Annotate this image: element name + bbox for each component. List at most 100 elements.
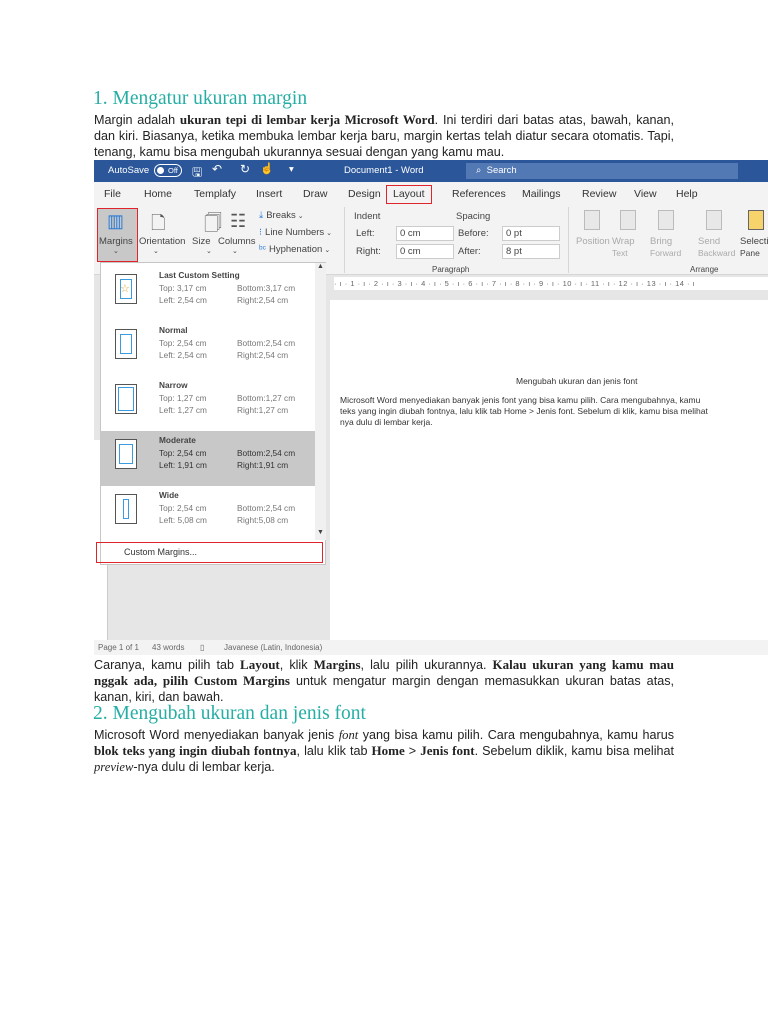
page-count[interactable]: Page 1 of 1 — [98, 640, 139, 655]
page-text-line: Microsoft Word menyediakan banyak jenis … — [340, 395, 701, 405]
label: Line Numbers — [265, 227, 325, 238]
bold-text: blok teks yang ingin diubah fontnya — [94, 743, 297, 758]
paragraph-margin-intro: Margin adalah ukuran tepi di lembar kerj… — [94, 112, 674, 160]
title-bar: AutoSave Off 🖫 ↶ ↻ ☝ ▾ Document1 - Word … — [94, 160, 768, 182]
margin-left: Left: 2,54 cm — [159, 295, 207, 305]
custom-margins-button[interactable]: Custom Margins... — [96, 542, 323, 563]
customize-toolbar-icon[interactable]: ▾ — [289, 164, 294, 175]
margins-icon: ▥ — [107, 211, 125, 231]
margin-option-wide[interactable]: Wide Top: 2,54 cm Bottom:2,54 cm Left: 5,08… — [101, 486, 315, 541]
touch-mode-icon[interactable]: ☝ — [260, 162, 274, 175]
search-placeholder: Search — [486, 165, 517, 176]
tab-design[interactable]: Design — [348, 188, 381, 200]
margins-label[interactable]: Margins — [99, 236, 133, 247]
line-numbers-icon: ⁝ — [259, 227, 263, 238]
margins-dropdown: ▲ ▼ ☆ Last Custom Setting Top: 3,17 cm Botto… — [96, 262, 326, 565]
autosave-toggle[interactable]: Off — [154, 164, 182, 177]
margin-option-narrow[interactable]: Narrow Top: 1,27 cm Bottom:1,27 cm Left: 1,… — [101, 376, 315, 431]
chevron-down-icon: ⌄ — [297, 213, 304, 220]
text-run: yang bisa kamu pilih. Cara mengubahnya, … — [358, 728, 675, 742]
horizontal-ruler[interactable]: · ı · 1 · ı · 2 · ı · 3 · ı · 4 · ı · 5 … — [334, 277, 768, 290]
tab-templafy[interactable]: Templafy — [194, 188, 236, 200]
chevron-down-icon: ⌄ — [153, 248, 159, 255]
margin-left: Left: 5,08 cm — [159, 515, 207, 525]
scroll-up-icon[interactable]: ▲ — [317, 263, 324, 270]
margin-bottom: Bottom:2,54 cm — [237, 448, 296, 458]
read-mode-icon[interactable]: ▯ — [200, 640, 204, 655]
spacing-label: Spacing — [456, 211, 491, 222]
tab-home[interactable]: Home — [144, 188, 172, 200]
orientation-label[interactable]: Orientation — [139, 236, 185, 247]
margin-guides — [118, 387, 134, 411]
save-icon[interactable]: 🖫 — [192, 163, 202, 184]
columns-icon: ☷ — [230, 211, 247, 231]
margin-left: Left: 1,27 cm — [159, 405, 207, 415]
chevron-down-icon: ⌄ — [326, 230, 333, 237]
document-page[interactable]: Mengubah ukuran dan jenis font Microsoft… — [330, 300, 768, 640]
text-run: , lalu pilih ukurannya. — [360, 658, 493, 672]
breaks-button[interactable]: ⤓ Breaks ⌄ — [259, 210, 304, 221]
bold-text: Jenis font — [420, 743, 475, 758]
page-margin-icon — [115, 439, 137, 469]
arrange-position-label[interactable]: Position — [576, 236, 610, 247]
tab-layout[interactable]: Layout — [386, 185, 432, 204]
margin-guides — [120, 334, 132, 354]
heading-margin: 1. Mengatur ukuran margin — [93, 88, 308, 109]
margin-top: Top: 1,27 cm — [159, 393, 207, 403]
margin-top: Top: 2,54 cm — [159, 448, 207, 458]
margin-option-normal[interactable]: Normal Top: 2,54 cm Bottom:2,54 cm Left: 2,… — [101, 321, 315, 376]
send-icon — [706, 210, 722, 230]
arrange-selecti-sublabel: Pane — [740, 248, 760, 258]
divider — [568, 207, 569, 273]
arrange-selecti-label[interactable]: Selecti — [740, 236, 768, 247]
tab-references[interactable]: References — [452, 188, 506, 200]
margin-option-last-custom-setting[interactable]: ☆ Last Custom Setting Top: 3,17 cm Bottom:3… — [101, 266, 315, 321]
tab-help[interactable]: Help — [676, 188, 698, 200]
margin-left: Left: 2,54 cm — [159, 350, 207, 360]
spacing-after-input[interactable]: 8 pt — [502, 244, 560, 259]
search-box[interactable]: ⌕ Search — [466, 163, 738, 179]
bold-text: Margins — [313, 657, 361, 672]
columns-label[interactable]: Columns — [218, 236, 256, 247]
line-numbers-button[interactable]: ⁝ Line Numbers ⌄ — [259, 227, 332, 238]
label: Hyphenation — [268, 244, 323, 255]
tab-draw[interactable]: Draw — [303, 188, 328, 200]
wrap-icon — [620, 210, 636, 230]
arrange-send-label[interactable]: Send — [698, 236, 720, 247]
star-icon: ☆ — [120, 283, 130, 295]
margin-right: Right:1,27 cm — [237, 405, 289, 415]
tab-view[interactable]: View — [634, 188, 657, 200]
arrange-bring-label[interactable]: Bring — [650, 236, 672, 247]
hyphenation-icon: ᵇᶜ — [259, 244, 266, 255]
indent-right-input[interactable]: 0 cm — [396, 244, 454, 259]
margin-name: Narrow — [159, 380, 188, 390]
tab-mailings[interactable]: Mailings — [522, 188, 561, 200]
margin-top: Top: 2,54 cm — [159, 503, 207, 513]
redo-icon[interactable]: ↻ — [240, 162, 250, 176]
bold-text: Home — [371, 743, 405, 758]
hyphenation-button[interactable]: ᵇᶜ Hyphenation ⌄ — [259, 244, 330, 255]
tab-file[interactable]: File — [104, 188, 121, 200]
indent-label: Indent — [354, 211, 381, 222]
language-status[interactable]: Javanese (Latin, Indonesia) — [224, 640, 322, 655]
size-label[interactable]: Size — [192, 236, 210, 247]
page-margin-icon: ☆ — [115, 274, 137, 304]
tab-insert[interactable]: Insert — [256, 188, 282, 200]
spacing-before-input[interactable]: 0 pt — [502, 226, 560, 241]
margin-guides — [123, 499, 129, 519]
undo-icon[interactable]: ↶ — [212, 162, 222, 176]
chevron-down-icon: ⌄ — [232, 248, 238, 255]
arrange-wrap-label[interactable]: Wrap — [612, 236, 635, 247]
margin-name: Moderate — [159, 435, 196, 445]
document-title: Document1 - Word — [344, 165, 424, 176]
page-text-line: nya dulu di lembar kerja. — [340, 417, 433, 427]
arrange-group-label: Arrange — [690, 265, 719, 274]
word-count[interactable]: 43 words — [152, 640, 184, 655]
tab-review[interactable]: Review — [582, 188, 616, 200]
margin-bottom: Bottom:2,54 cm — [237, 338, 296, 348]
margin-option-moderate[interactable]: Moderate Top: 2,54 cm Bottom:2,54 cm Left: … — [101, 431, 315, 486]
dropdown-scrollbar[interactable]: ▲ ▼ — [315, 263, 326, 540]
indent-left-input[interactable]: 0 cm — [396, 226, 454, 241]
position-icon — [584, 210, 600, 230]
scroll-down-icon[interactable]: ▼ — [317, 529, 324, 536]
